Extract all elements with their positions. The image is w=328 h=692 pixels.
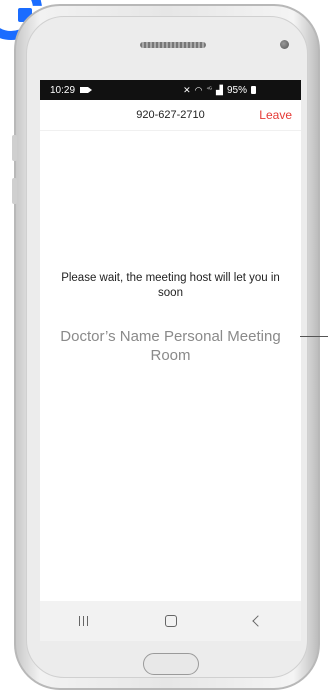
- signal-icon: ▟: [216, 84, 223, 95]
- status-time: 10:29: [50, 84, 76, 96]
- mute-icon: ✕: [183, 84, 191, 95]
- battery-icon: [250, 86, 256, 94]
- android-nav-bar: [40, 601, 301, 641]
- wifi-icon: ◠: [194, 84, 203, 95]
- meeting-room-name: Doctor’s Name Personal Meeting Room: [60, 328, 281, 364]
- home-icon[interactable]: [164, 615, 177, 627]
- side-button: [12, 178, 17, 204]
- stage: 10:29 ✕ ◠ ⁴ᴳ ▟ 95% 920-627-2710 Leave Pl…: [0, 0, 328, 692]
- front-camera: [280, 40, 289, 49]
- status-bar: 10:29 ✕ ◠ ⁴ᴳ ▟ 95%: [40, 80, 301, 100]
- speaker-grille: [140, 42, 206, 48]
- physical-home-button[interactable]: [143, 653, 199, 675]
- status-icons: ✕ ◠ ⁴ᴳ ▟ 95%: [183, 85, 256, 96]
- side-button: [12, 135, 17, 161]
- signal-text: ⁴ᴳ: [206, 87, 213, 93]
- video-camera-icon: [80, 87, 93, 93]
- back-icon[interactable]: [252, 615, 264, 627]
- waiting-message: Please wait, the meeting host will let y…: [61, 272, 280, 299]
- meeting-top-bar: 920-627-2710 Leave: [40, 100, 301, 131]
- recent-apps-icon[interactable]: [78, 616, 88, 626]
- battery-percent: 95%: [226, 84, 247, 96]
- leave-button[interactable]: Leave: [259, 108, 292, 122]
- callout-line: [300, 336, 328, 337]
- phone-screen: 10:29 ✕ ◠ ⁴ᴳ ▟ 95% 920-627-2710 Leave Pl…: [40, 80, 301, 641]
